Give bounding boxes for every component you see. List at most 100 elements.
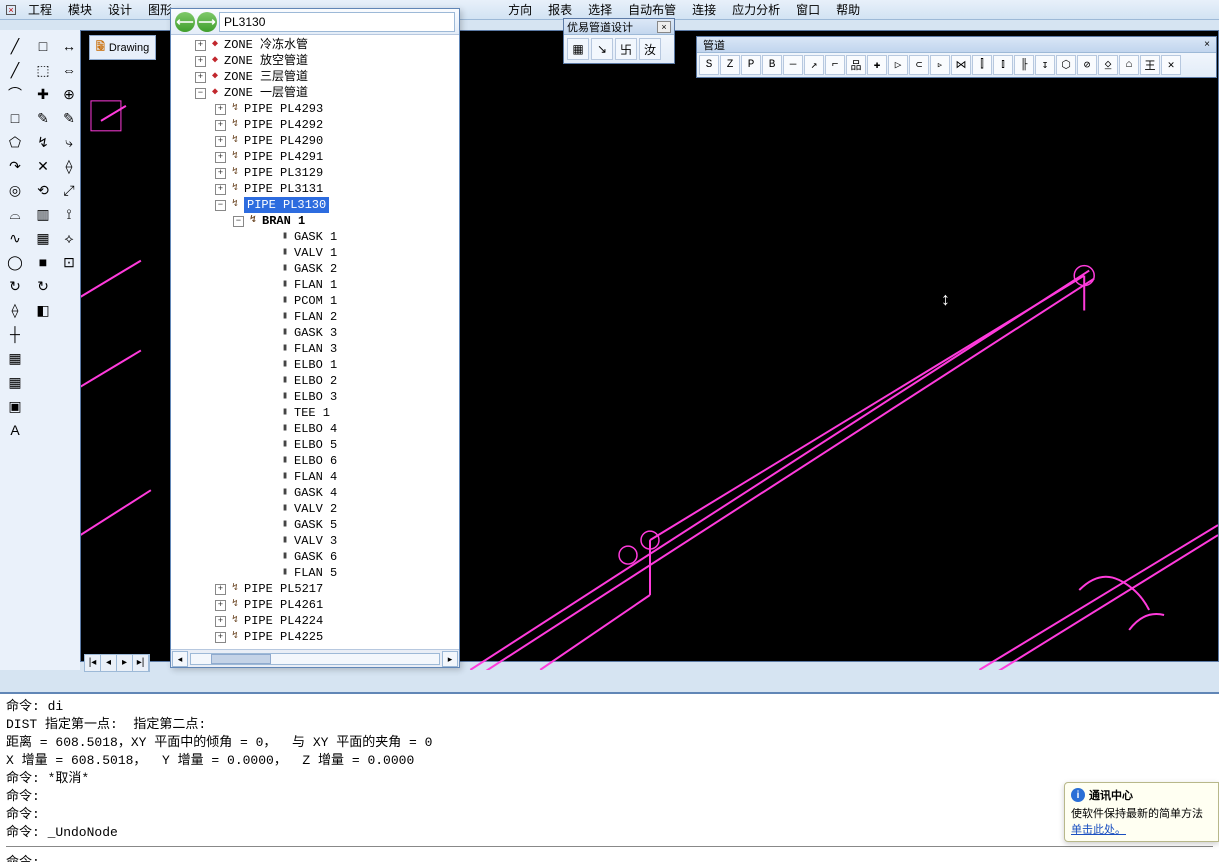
- pipe-toolbar-close-icon[interactable]: ×: [1204, 39, 1210, 50]
- notification-link[interactable]: 单击此处。: [1071, 824, 1126, 836]
- component-node[interactable]: ▮ELBO 3: [175, 389, 459, 405]
- left-tool-col3-1[interactable]: ⇔: [58, 59, 80, 81]
- left-tool-col1-15[interactable]: ▣: [4, 395, 26, 417]
- menu-direction[interactable]: 方向: [500, 1, 540, 18]
- tree-body[interactable]: +◆ZONE 冷冻水管+◆ZONE 放空管道+◆ZONE 三层管道−◆ZONE …: [171, 35, 459, 649]
- close-doc-icon[interactable]: ×: [6, 5, 16, 15]
- component-node[interactable]: ▮FLAN 4: [175, 469, 459, 485]
- expander-icon[interactable]: +: [195, 72, 206, 83]
- expander-icon[interactable]: +: [215, 600, 226, 611]
- pipe-tool-10[interactable]: ⊂: [909, 55, 929, 75]
- component-node[interactable]: ▮PCOM 1: [175, 293, 459, 309]
- zone-node[interactable]: +◆ZONE 冷冻水管: [175, 37, 459, 53]
- pipe-tool-5[interactable]: ↗: [804, 55, 824, 75]
- nav-prev[interactable]: ◂: [101, 655, 117, 671]
- nav-next[interactable]: ▸: [117, 655, 133, 671]
- pipe-tool-2[interactable]: P: [741, 55, 761, 75]
- pipe-tool-7[interactable]: 品: [846, 55, 866, 75]
- pipe-node[interactable]: +↯PIPE PL5217: [175, 581, 459, 597]
- component-node[interactable]: ▮ELBO 2: [175, 373, 459, 389]
- pipe-node[interactable]: +↯PIPE PL4292: [175, 117, 459, 133]
- left-tool-col1-7[interactable]: ⌓: [4, 203, 26, 225]
- left-tool-col3-8[interactable]: ⟡: [58, 227, 80, 249]
- left-tool-col1-2[interactable]: ⌒: [4, 83, 26, 105]
- expander-icon[interactable]: −: [195, 88, 206, 99]
- pipe-tool-20[interactable]: ⌂: [1119, 55, 1139, 75]
- pipe-tool-21[interactable]: 王: [1140, 55, 1160, 75]
- menu-window[interactable]: 窗口: [788, 1, 828, 18]
- pipe-tool-4[interactable]: —: [783, 55, 803, 75]
- pipe-node[interactable]: +↯PIPE PL4225: [175, 629, 459, 645]
- pipe-design-btn-0[interactable]: ▦: [567, 38, 589, 60]
- pipe-tool-22[interactable]: ✕: [1161, 55, 1181, 75]
- component-node[interactable]: ▮FLAN 2: [175, 309, 459, 325]
- left-tool-col1-11[interactable]: ⟠: [4, 299, 26, 321]
- component-node[interactable]: ▮FLAN 3: [175, 341, 459, 357]
- left-tool-col3-6[interactable]: ⤢: [58, 179, 80, 201]
- expander-icon[interactable]: +: [195, 40, 206, 51]
- left-tool-col2-9[interactable]: ■: [32, 251, 54, 273]
- left-tool-col3-4[interactable]: ⤷: [58, 131, 80, 153]
- left-tool-col1-3[interactable]: □: [4, 107, 26, 129]
- pipe-design-btn-3[interactable]: 汝: [639, 38, 661, 60]
- tree-hscroll-thumb[interactable]: [211, 654, 271, 664]
- left-tool-col2-2[interactable]: ✚: [32, 83, 54, 105]
- expander-icon[interactable]: +: [215, 632, 226, 643]
- component-node[interactable]: ▮TEE 1: [175, 405, 459, 421]
- expander-icon[interactable]: −: [215, 200, 226, 211]
- drawing-tab[interactable]: 🗟 Drawing: [89, 35, 156, 60]
- left-tool-col2-3[interactable]: ✎: [32, 107, 54, 129]
- expander-icon[interactable]: +: [215, 584, 226, 595]
- left-tool-col3-7[interactable]: ⟟: [58, 203, 80, 225]
- pipe-node[interactable]: +↯PIPE PL4293: [175, 101, 459, 117]
- pipe-tool-13[interactable]: ⫿: [972, 55, 992, 75]
- command-input[interactable]: [40, 853, 1213, 862]
- pipe-tool-19[interactable]: ⍚: [1098, 55, 1118, 75]
- left-tool-col2-11[interactable]: ◧: [32, 299, 54, 321]
- left-tool-col1-13[interactable]: ▦: [4, 347, 26, 369]
- left-tool-col2-4[interactable]: ↯: [32, 131, 54, 153]
- left-tool-col3-3[interactable]: ✎: [58, 107, 80, 129]
- pipe-node-selected[interactable]: −↯PIPE PL3130: [175, 197, 459, 213]
- zone-node[interactable]: −◆ZONE 一层管道: [175, 85, 459, 101]
- component-node[interactable]: ▮FLAN 1: [175, 277, 459, 293]
- left-tool-col2-6[interactable]: ⟲: [32, 179, 54, 201]
- pipe-design-btn-2[interactable]: 卐: [615, 38, 637, 60]
- zone-node[interactable]: +◆ZONE 放空管道: [175, 53, 459, 69]
- pipe-tool-8[interactable]: ✚: [867, 55, 887, 75]
- left-tool-col1-0[interactable]: ╱: [4, 35, 26, 57]
- component-node[interactable]: ▮ELBO 5: [175, 437, 459, 453]
- expander-icon[interactable]: +: [215, 168, 226, 179]
- left-tool-col1-12[interactable]: ┼: [4, 323, 26, 345]
- expander-icon[interactable]: +: [215, 616, 226, 627]
- pipe-tool-9[interactable]: ▷: [888, 55, 908, 75]
- pipe-tool-0[interactable]: S: [699, 55, 719, 75]
- left-tool-col2-5[interactable]: ✕: [32, 155, 54, 177]
- component-node[interactable]: ▮ELBO 1: [175, 357, 459, 373]
- component-node[interactable]: ▮GASK 6: [175, 549, 459, 565]
- left-tool-col1-4[interactable]: ⬠: [4, 131, 26, 153]
- pipe-tool-16[interactable]: ↧: [1035, 55, 1055, 75]
- left-tool-col2-8[interactable]: ▦: [32, 227, 54, 249]
- left-tool-col1-5[interactable]: ↷: [4, 155, 26, 177]
- component-node[interactable]: ▮VALV 3: [175, 533, 459, 549]
- pipe-node[interactable]: +↯PIPE PL4290: [175, 133, 459, 149]
- component-node[interactable]: ▮VALV 2: [175, 501, 459, 517]
- left-tool-col1-16[interactable]: A: [4, 419, 26, 441]
- left-tool-col3-0[interactable]: ↔: [58, 35, 80, 57]
- left-tool-col3-2[interactable]: ⊕: [58, 83, 80, 105]
- component-node[interactable]: ▮ELBO 6: [175, 453, 459, 469]
- pipe-tool-14[interactable]: ⫾: [993, 55, 1013, 75]
- component-node[interactable]: ▮GASK 5: [175, 517, 459, 533]
- component-node[interactable]: ▮FLAN 5: [175, 565, 459, 581]
- pipe-tool-3[interactable]: B: [762, 55, 782, 75]
- left-tool-col3-9[interactable]: ⊡: [58, 251, 80, 273]
- left-tool-col1-8[interactable]: ∿: [4, 227, 26, 249]
- menu-autopipe[interactable]: 自动布管: [620, 1, 684, 18]
- pipe-node[interactable]: +↯PIPE PL4261: [175, 597, 459, 613]
- pipe-tool-11[interactable]: ▹: [930, 55, 950, 75]
- pipe-node[interactable]: +↯PIPE PL3129: [175, 165, 459, 181]
- pipe-tool-6[interactable]: ⌐: [825, 55, 845, 75]
- component-node[interactable]: ▮VALV 1: [175, 245, 459, 261]
- pipe-node[interactable]: +↯PIPE PL3131: [175, 181, 459, 197]
